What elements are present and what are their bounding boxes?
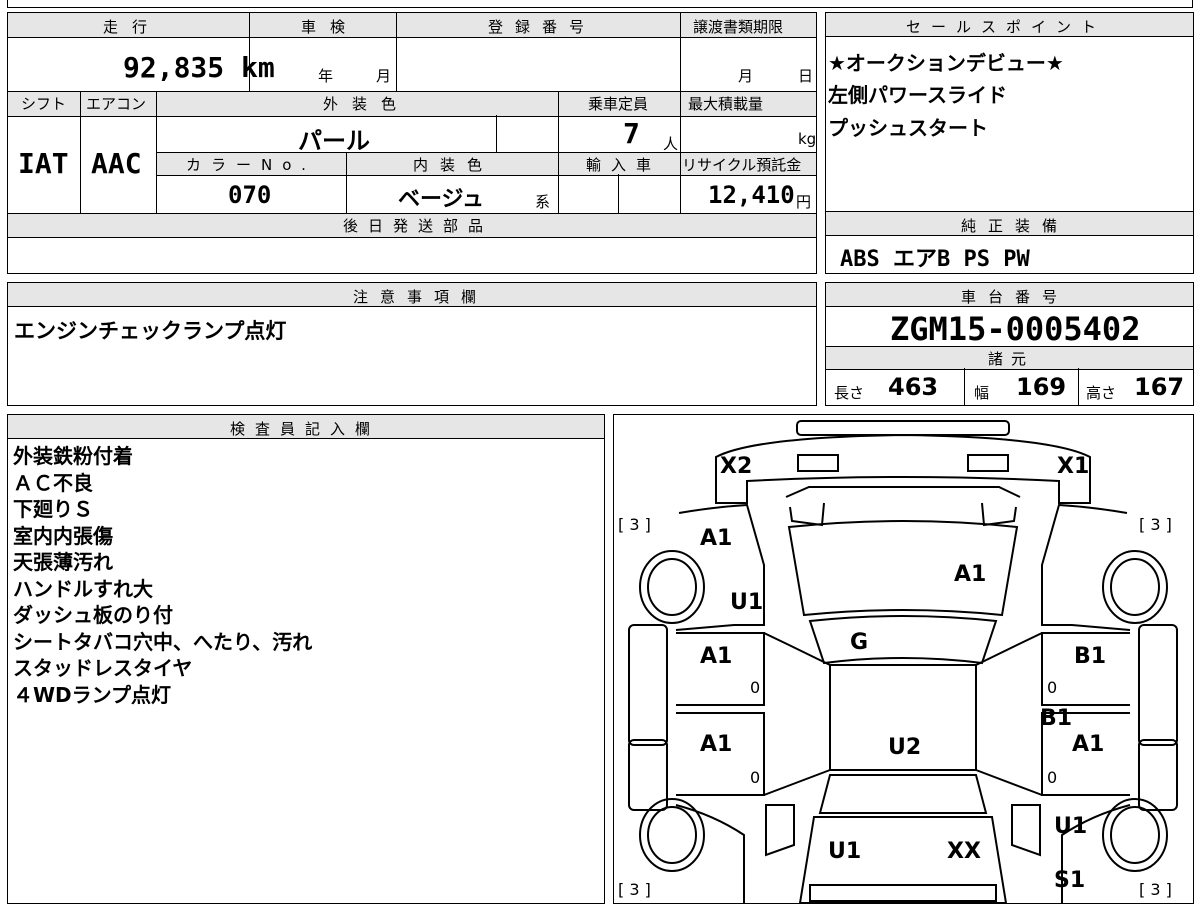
- ac-value: AAC: [91, 147, 142, 180]
- interior-suffix: 系: [535, 193, 551, 211]
- sales-point-line-2: 左側パワースライド: [828, 83, 1007, 107]
- height-label: 高さ: [1086, 384, 1117, 402]
- top-strip: [7, 0, 1193, 8]
- reg-number-label: 登録番号: [488, 18, 597, 36]
- inspector-line: 外装鉄粉付着: [13, 444, 133, 468]
- width-label: 幅: [974, 384, 990, 402]
- inspector-label: 検査員記入欄: [230, 420, 381, 438]
- chassis-label: 車台番号: [961, 288, 1070, 306]
- sales-point-line-1: ★オークションデビュー★: [828, 51, 1064, 75]
- shaken-year-unit: 年: [318, 67, 334, 85]
- inspector-lines: 外装鉄粉付着 ＡＣ不良 下廻りＳ 室内内張傷 天張薄汚れ ハンドルすれ大 ダッシ…: [13, 443, 312, 708]
- capacity-unit: 人: [663, 135, 679, 153]
- vehicle-info-grid: 走行 車検 登録番号 譲渡書類期限 92,835 km 年 月 月 日 シフト …: [7, 12, 817, 274]
- inspector-line: シートタバコ穴中、へたり、汚れ: [13, 629, 313, 654]
- mark-s1-rear-right: S1: [1054, 868, 1085, 893]
- inspector-line: 下廻りＳ: [13, 497, 93, 521]
- damage-marks: X2 X1 A1 U1 A1 G A1 0 B1 0 B1 A1 0 A1 0 …: [700, 454, 1106, 893]
- recycle-unit: 円: [796, 193, 812, 211]
- later-parts-label: 後日発送部品: [343, 217, 494, 235]
- mark-g-windshield: G: [850, 630, 868, 655]
- car-diagram-box: [ 3 ] [ 3 ] [ 3 ] [ 3 ] X2 X1 A1 U1 A1 G…: [613, 414, 1194, 904]
- max-load-unit: kg: [798, 130, 817, 148]
- mark-a1-rear-door-right: A1: [1072, 732, 1104, 757]
- transfer-day-unit: 日: [798, 67, 814, 85]
- notes-box: 注意事項欄 エンジンチェックランプ点灯: [7, 282, 817, 406]
- length-label: 長さ: [834, 384, 865, 402]
- tire-grade-rear-left: [ 3 ]: [618, 880, 651, 899]
- inspector-line: スタッドレスタイヤ: [13, 656, 193, 680]
- inspector-line: ダッシュ板のり付: [13, 603, 173, 627]
- mark-a1-hood: A1: [954, 562, 986, 587]
- color-no-value: 070: [228, 181, 272, 209]
- recycle-label: リサイクル預託金: [682, 156, 802, 174]
- mark-b1-front-door-right: B1: [1074, 644, 1106, 669]
- inspector-line: ＡＣ不良: [13, 470, 93, 495]
- mark-zero-2: 0: [1047, 678, 1057, 697]
- equipment-box: 純正装備 ABS エアB PS PW: [825, 211, 1194, 274]
- notes-label: 注意事項欄: [353, 288, 489, 306]
- shift-label: シフト: [21, 95, 67, 113]
- notes-value: エンジンチェックランプ点灯: [14, 319, 287, 343]
- mark-zero-4: 0: [1047, 768, 1057, 787]
- tire-grade-front-left: [ 3 ]: [618, 515, 651, 534]
- mark-u1-rear-right: U1: [1054, 814, 1087, 839]
- shift-value: IAT: [18, 147, 69, 180]
- mark-xx-rear: XX: [947, 839, 981, 864]
- mark-a1-front-door-left: A1: [700, 644, 732, 669]
- shaken-month-unit: 月: [376, 67, 392, 85]
- equipment-value: ABS エアB PS PW: [840, 247, 1030, 272]
- import-label: 輸入車: [586, 156, 662, 174]
- chassis-value: ZGM15-0005402: [890, 310, 1141, 348]
- transfer-month-unit: 月: [738, 67, 754, 85]
- transfer-deadline-label: 譲渡書類期限: [693, 18, 784, 36]
- exterior-color-label: 外装色: [323, 95, 411, 113]
- mark-b1-pillar-right: B1: [1040, 706, 1072, 731]
- ac-label: エアコン: [86, 95, 147, 113]
- mark-u1-rear-left: U1: [828, 839, 861, 864]
- height-value: 167: [1134, 373, 1185, 401]
- width-value: 169: [1016, 373, 1067, 401]
- mark-u2-roof: U2: [888, 735, 921, 760]
- inspector-line: ４WDランプ点灯: [13, 682, 172, 707]
- inspector-box: 検査員記入欄 外装鉄粉付着 ＡＣ不良 下廻りＳ 室内内張傷 天張薄汚れ ハンドル…: [7, 414, 605, 904]
- capacity-value: 7: [623, 117, 640, 150]
- inspector-line: 天張薄汚れ: [13, 550, 113, 574]
- mileage-value: 92,835 km: [123, 51, 275, 84]
- sales-points-label: セールスポイント: [906, 18, 1107, 36]
- inspector-line: ハンドルすれ大: [13, 576, 153, 601]
- mark-x1: X1: [1057, 454, 1089, 479]
- mileage-label: 走行: [103, 18, 162, 36]
- specs-label: 諸元: [988, 350, 1035, 368]
- inspector-line: 室内内張傷: [13, 523, 113, 548]
- mark-a1-fender-left: A1: [700, 526, 732, 551]
- sales-points-box: セールスポイント ★オークションデビュー★ 左側パワースライド プッシュスタート: [825, 12, 1194, 212]
- mark-x2: X2: [720, 454, 752, 479]
- equipment-label: 純正装備: [961, 217, 1070, 235]
- mark-u1-fender-left: U1: [730, 590, 763, 615]
- capacity-label: 乗車定員: [588, 95, 649, 113]
- exterior-color-value: パール: [298, 127, 370, 155]
- length-value: 463: [888, 373, 939, 401]
- shaken-label: 車検: [301, 18, 360, 36]
- interior-color-value: ベージュ: [398, 187, 485, 212]
- sales-point-line-3: プッシュスタート: [828, 116, 988, 140]
- chassis-box: 車台番号 ZGM15-0005402 諸元 長さ 463 幅 169 高さ 16…: [825, 282, 1194, 406]
- interior-color-label: 内装色: [413, 156, 495, 174]
- color-no-label: カラーNo.: [186, 156, 316, 174]
- tire-grade-rear-right: [ 3 ]: [1139, 880, 1172, 899]
- car-diagram: [ 3 ] [ 3 ] [ 3 ] [ 3 ] X2 X1 A1 U1 A1 G…: [618, 420, 1178, 903]
- tire-grade-front-right: [ 3 ]: [1139, 515, 1172, 534]
- mark-zero-1: 0: [750, 678, 760, 697]
- max-load-label: 最大積載量: [688, 95, 764, 113]
- mark-zero-3: 0: [750, 768, 760, 787]
- mark-a1-rear-door-left: A1: [700, 732, 732, 757]
- recycle-fee-value: 12,410: [708, 181, 795, 209]
